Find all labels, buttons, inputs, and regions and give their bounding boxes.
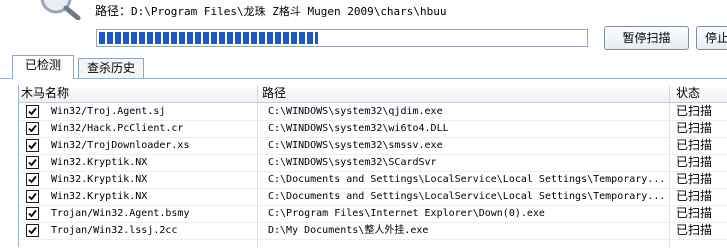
table-row[interactable]: Win32/Troj.Agent.sj C:\WINDOWS\system32\…: [19, 103, 727, 121]
trojan-name: Trojan/Win32.Agent.bsmy: [51, 208, 190, 219]
progress-fill: [99, 32, 318, 44]
table-row[interactable]: Win32/TrojDownloader.xs C:\WINDOWS\syste…: [19, 137, 727, 155]
column-header-trojan-name[interactable]: 木马名称: [21, 85, 69, 102]
checkbox-checked-icon[interactable]: [26, 105, 39, 118]
trojan-name: Win32.Kryptik.NX: [51, 157, 148, 168]
scan-status: 已扫描: [676, 172, 713, 186]
table-row[interactable]: Trojan/Win32.lssj.2cc D:\My Documents\整人…: [19, 222, 727, 240]
trojan-name: Win32/Hack.PcClient.cr: [51, 123, 184, 134]
table-row[interactable]: Win32.Kryptik.NX C:\Documents and Settin…: [19, 171, 727, 189]
tab-bar: 已检测 查杀历史: [0, 54, 727, 79]
trojan-name: Trojan/Win32.lssj.2cc: [51, 225, 178, 236]
scan-status: 已扫描: [676, 189, 713, 203]
trojan-name: Win32.Kryptik.NX: [51, 174, 148, 185]
trojan-path: C:\WINDOWS\system32\SCardSvr: [268, 157, 437, 168]
scan-status: 已扫描: [676, 121, 713, 135]
column-header-status[interactable]: 状态: [676, 85, 700, 102]
pause-scan-button[interactable]: 暂停扫描: [604, 26, 689, 50]
table-row[interactable]: Trojan/Win32.Agent.bsmy C:\Program Files…: [19, 205, 727, 223]
tab-detected[interactable]: 已检测: [12, 55, 74, 79]
table-row[interactable]: Win32.Kryptik.NX C:\WINDOWS\system32\SCa…: [19, 154, 727, 172]
trojan-path: C:\Documents and Settings\LocalService\L…: [268, 191, 666, 202]
column-header-path[interactable]: 路径: [262, 85, 286, 102]
progress-track: [99, 32, 585, 44]
scan-status: 已扫描: [676, 206, 713, 220]
trojan-path: C:\Program Files\Internet Explorer\Down(…: [268, 208, 545, 219]
tab-history[interactable]: 查杀历史: [78, 58, 144, 78]
detected-trojan-list: 木马名称 路径 状态 Win32/Troj.Agent.sj C:\WINDOW…: [18, 85, 727, 248]
trojan-path: C:\Documents and Settings\LocalService\L…: [268, 174, 666, 185]
checkbox-checked-icon[interactable]: [26, 139, 39, 152]
scan-path: 路径：D:\Program Files\龙珠 Z格斗 Mugen 2009\ch…: [95, 2, 447, 19]
magnifier-icon: [8, 0, 88, 21]
trojan-name: Win32/TrojDownloader.xs: [51, 140, 190, 151]
trojan-path: D:\My Documents\整人外挂.exe: [268, 225, 429, 236]
trojan-path: C:\WINDOWS\system32\qjdim.exe: [268, 106, 443, 117]
table-row[interactable]: Win32.Kryptik.NX C:\Documents and Settin…: [19, 188, 727, 206]
scan-status: 已扫描: [676, 155, 713, 169]
checkbox-checked-icon[interactable]: [26, 173, 39, 186]
scan-progress-bar: [96, 29, 588, 47]
checkbox-checked-icon[interactable]: [26, 224, 39, 237]
scan-status-bar: 路径：D:\Program Files\龙珠 Z格斗 Mugen 2009\ch…: [0, 0, 727, 60]
checkbox-checked-icon[interactable]: [26, 122, 39, 135]
column-grid-line: [669, 103, 670, 248]
scan-status: 已扫描: [676, 223, 713, 237]
column-divider[interactable]: [257, 85, 258, 102]
table-row[interactable]: Win32/Hack.PcClient.cr C:\WINDOWS\system…: [19, 120, 727, 138]
checkbox-checked-icon[interactable]: [26, 156, 39, 169]
checkbox-checked-icon[interactable]: [26, 190, 39, 203]
scan-path-value: D:\Program Files\龙珠 Z格斗 Mugen 2009\chars…: [131, 5, 447, 18]
checkbox-checked-icon[interactable]: [26, 207, 39, 220]
scan-status: 已扫描: [676, 138, 713, 152]
stop-scan-button[interactable]: 停止: [696, 26, 727, 50]
trojan-path: C:\WINDOWS\system32\wi6to4.DLL: [268, 123, 449, 134]
scan-path-label: 路径：: [95, 4, 132, 18]
trojan-name: Win32/Troj.Agent.sj: [51, 106, 166, 117]
list-header: 木马名称 路径 状态: [19, 85, 727, 103]
scan-status: 已扫描: [676, 104, 713, 118]
column-grid-line: [257, 103, 258, 248]
trojan-name: Win32.Kryptik.NX: [51, 191, 148, 202]
column-divider[interactable]: [669, 85, 670, 102]
trojan-path: C:\WINDOWS\system32\smssv.exe: [268, 140, 443, 151]
